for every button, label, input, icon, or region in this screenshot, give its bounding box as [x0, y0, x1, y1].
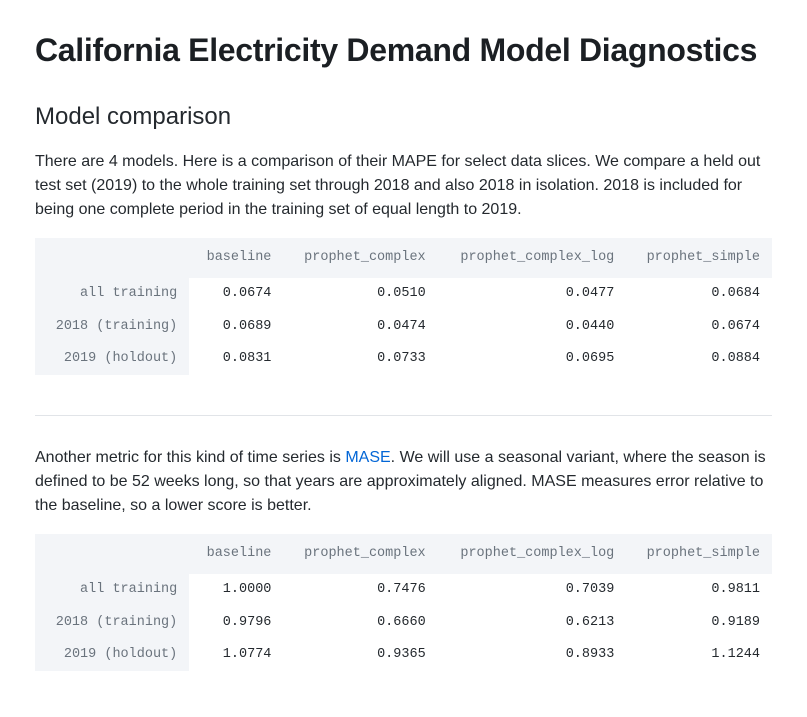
divider: [35, 415, 772, 416]
table-cell: 0.0884: [626, 343, 772, 375]
table-cell: 0.0733: [283, 343, 437, 375]
table-cell: 0.0474: [283, 311, 437, 343]
table-cell: 1.1244: [626, 639, 772, 671]
table-cell: 0.0684: [626, 278, 772, 310]
table-row: 2018 (training) 0.0689 0.0474 0.0440 0.0…: [35, 311, 772, 343]
table-cell: 0.6213: [438, 607, 627, 639]
table-cell: 0.9189: [626, 607, 772, 639]
table-cell: 0.0831: [189, 343, 283, 375]
table-corner: [35, 238, 189, 278]
table-cell: 0.0689: [189, 311, 283, 343]
column-header: prophet_complex: [283, 238, 437, 278]
mase-text-prefix: Another metric for this kind of time ser…: [35, 449, 345, 466]
column-header: prophet_complex_log: [438, 238, 627, 278]
table-cell: 0.0440: [438, 311, 627, 343]
table-cell: 0.9811: [626, 574, 772, 606]
column-header: baseline: [189, 238, 283, 278]
table-cell: 0.7476: [283, 574, 437, 606]
table-cell: 0.0477: [438, 278, 627, 310]
table-cell: 0.7039: [438, 574, 627, 606]
table-cell: 0.9365: [283, 639, 437, 671]
mase-link[interactable]: MASE: [345, 449, 390, 466]
column-header: prophet_complex_log: [438, 534, 627, 574]
row-label: 2019 (holdout): [35, 639, 189, 671]
row-label: 2018 (training): [35, 311, 189, 343]
mase-table-wrapper: baseline prophet_complex prophet_complex…: [35, 534, 772, 671]
mape-table: baseline prophet_complex prophet_complex…: [35, 238, 772, 375]
column-header: prophet_simple: [626, 238, 772, 278]
table-cell: 1.0000: [189, 574, 283, 606]
mase-paragraph: Another metric for this kind of time ser…: [35, 446, 772, 518]
table-row: 2019 (holdout) 0.0831 0.0733 0.0695 0.08…: [35, 343, 772, 375]
table-corner: [35, 534, 189, 574]
table-cell: 0.0674: [189, 278, 283, 310]
table-row: 2019 (holdout) 1.0774 0.9365 0.8933 1.12…: [35, 639, 772, 671]
table-row: all training 1.0000 0.7476 0.7039 0.9811: [35, 574, 772, 606]
row-label: 2018 (training): [35, 607, 189, 639]
table-cell: 1.0774: [189, 639, 283, 671]
intro-paragraph: There are 4 models. Here is a comparison…: [35, 150, 772, 222]
mase-table: baseline prophet_complex prophet_complex…: [35, 534, 772, 671]
column-header: prophet_complex: [283, 534, 437, 574]
table-cell: 0.9796: [189, 607, 283, 639]
page-title: California Electricity Demand Model Diag…: [35, 30, 772, 70]
table-cell: 0.0695: [438, 343, 627, 375]
row-label: all training: [35, 574, 189, 606]
section-heading: Model comparison: [35, 102, 772, 132]
table-row: 2018 (training) 0.9796 0.6660 0.6213 0.9…: [35, 607, 772, 639]
table-cell: 0.0674: [626, 311, 772, 343]
table-cell: 0.0510: [283, 278, 437, 310]
row-label: 2019 (holdout): [35, 343, 189, 375]
table-cell: 0.8933: [438, 639, 627, 671]
column-header: prophet_simple: [626, 534, 772, 574]
table-row: all training 0.0674 0.0510 0.0477 0.0684: [35, 278, 772, 310]
table-cell: 0.6660: [283, 607, 437, 639]
column-header: baseline: [189, 534, 283, 574]
row-label: all training: [35, 278, 189, 310]
mape-table-wrapper: baseline prophet_complex prophet_complex…: [35, 238, 772, 375]
